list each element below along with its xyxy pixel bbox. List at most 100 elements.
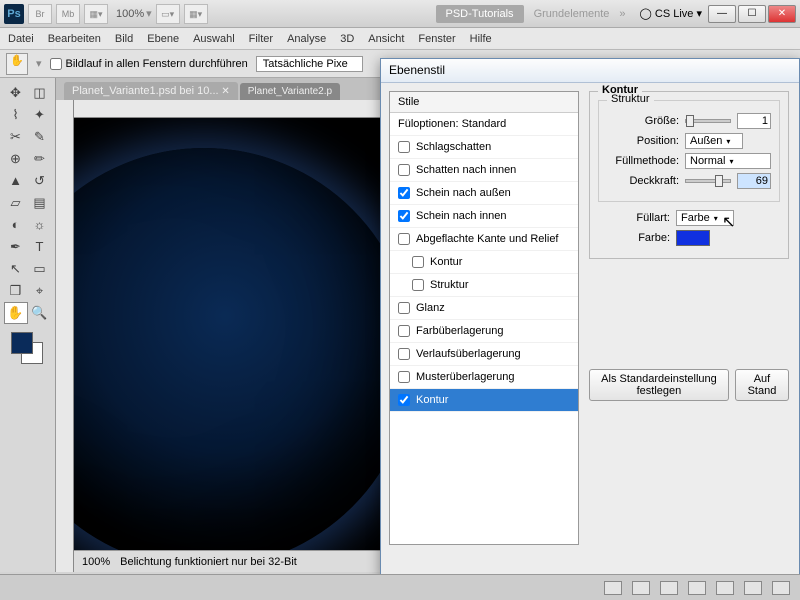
arrange-icon[interactable]: ▦▾ [84,4,108,24]
position-dropdown[interactable]: Außen [685,133,743,149]
path-tool-icon[interactable]: ↖ [4,258,28,280]
workspace-tab-active[interactable]: PSD-Tutorials [436,5,524,23]
crop-tool-icon[interactable]: ✂ [4,126,28,148]
lasso-tool-icon[interactable]: ⌇ [4,104,28,126]
pen-tool-icon[interactable]: ✒ [4,236,28,258]
panel-icon-2[interactable] [632,581,650,595]
reset-default-button[interactable]: Auf Stand [735,369,789,401]
opacity-slider[interactable] [685,179,731,183]
toolbox: ✥◫ ⌇✦ ✂✎ ⊕✏ ▲↺ ▱▤ ◐☼ ✒T ↖▭ ❒⌖ ✋🔍 [0,78,56,572]
size-slider[interactable] [685,119,731,123]
menu-analyse[interactable]: Analyse [287,33,326,45]
style-blending-options[interactable]: Füloptionen: Standard [390,113,578,136]
hand-tool-icon[interactable]: ✋ [6,53,28,75]
zoom-label: 100% [116,8,144,20]
panel-icon-7[interactable] [772,581,790,595]
history-brush-icon[interactable]: ↺ [28,170,52,192]
color-label: Farbe: [598,232,670,244]
blur-tool-icon[interactable]: ◐ [4,214,28,236]
menu-auswahl[interactable]: Auswahl [193,33,235,45]
bottom-panel-strip [0,574,800,600]
gradient-tool-icon[interactable]: ▤ [28,192,52,214]
status-zoom: 100% [82,556,110,568]
marquee-tool-icon[interactable]: ◫ [28,82,52,104]
panel-icon-5[interactable] [716,581,734,595]
blend-label: Füllmethode: [607,155,679,167]
layer-style-dialog: Ebenenstil Stile Füloptionen: Standard S… [380,58,800,578]
style-gradient-overlay[interactable]: Verlaufsüberlagerung [390,343,578,366]
style-stroke[interactable]: Kontur [390,389,578,412]
color-swatches[interactable] [11,332,45,366]
panel-icon-6[interactable] [744,581,762,595]
wand-tool-icon[interactable]: ✦ [28,104,52,126]
menubar: Datei Bearbeiten Bild Ebene Auswahl Filt… [0,28,800,50]
menu-filter[interactable]: Filter [249,33,273,45]
app-icon: Ps [4,4,24,24]
filltype-label: Füllart: [598,212,670,224]
screenmode-icon[interactable]: ▭▾ [156,4,180,24]
workspace-tab[interactable]: Grundelemente [534,8,610,20]
maximize-button[interactable]: ☐ [738,5,766,23]
size-label: Größe: [607,115,679,127]
dialog-title: Ebenenstil [381,59,799,83]
status-message: Belichtung funktioniert nur bei 32-Bit [120,556,297,568]
menu-fenster[interactable]: Fenster [418,33,455,45]
vertical-ruler [56,100,74,572]
style-bevel[interactable]: Abgeflachte Kante und Relief [390,228,578,251]
3d-tool-icon[interactable]: ❒ [4,280,28,302]
titlebar: Ps Br Mb ▦▾ 100% ▾ ▭▾ ▦▾ PSD-Tutorials G… [0,0,800,28]
menu-hilfe[interactable]: Hilfe [470,33,492,45]
opacity-value[interactable]: 69 [737,173,771,189]
heal-tool-icon[interactable]: ⊕ [4,148,28,170]
style-bevel-contour[interactable]: Kontur [390,251,578,274]
filltype-dropdown[interactable]: Farbe [676,210,734,226]
panel-icon-1[interactable] [604,581,622,595]
menu-bearbeiten[interactable]: Bearbeiten [48,33,101,45]
minibridge-icon[interactable]: Mb [56,4,80,24]
shape-tool-icon[interactable]: ▭ [28,258,52,280]
doc-tab-1[interactable]: Planet_Variante1.psd bei 10... ✕ [64,82,238,100]
style-satin[interactable]: Glanz [390,297,578,320]
scroll-all-checkbox[interactable]: Bildlauf in allen Fenstern durchführen [50,58,248,70]
eraser-tool-icon[interactable]: ▱ [4,192,28,214]
style-color-overlay[interactable]: Farbüberlagerung [390,320,578,343]
zoom-tool-icon[interactable]: 🔍 [28,302,52,324]
position-label: Position: [607,135,679,147]
style-pattern-overlay[interactable]: Musterüberlagerung [390,366,578,389]
style-list: Stile Füloptionen: Standard Schlagschatt… [389,91,579,545]
menu-ansicht[interactable]: Ansicht [368,33,404,45]
menu-bild[interactable]: Bild [115,33,133,45]
extras-icon[interactable]: ▦▾ [184,4,208,24]
close-button[interactable]: ✕ [768,5,796,23]
panel-icon-4[interactable] [688,581,706,595]
type-tool-icon[interactable]: T [28,236,52,258]
menu-datei[interactable]: Datei [8,33,34,45]
eyedropper-tool-icon[interactable]: ✎ [28,126,52,148]
menu-3d[interactable]: 3D [340,33,354,45]
style-bevel-texture[interactable]: Struktur [390,274,578,297]
dodge-tool-icon[interactable]: ☼ [28,214,52,236]
menu-ebene[interactable]: Ebene [147,33,179,45]
minimize-button[interactable]: — [708,5,736,23]
style-inner-glow[interactable]: Schein nach innen [390,205,578,228]
actual-pixels-button[interactable]: Tatsächliche Pixe [256,56,363,72]
doc-tab-2[interactable]: Planet_Variante2.p [240,83,340,100]
size-value[interactable]: 1 [737,113,771,129]
move-tool-icon[interactable]: ✥ [4,82,28,104]
cslive-button[interactable]: ◯ CS Live ▾ [640,7,702,20]
bridge-icon[interactable]: Br [28,4,52,24]
style-inner-shadow[interactable]: Schatten nach innen [390,159,578,182]
brush-tool-icon[interactable]: ✏ [28,148,52,170]
stamp-tool-icon[interactable]: ▲ [4,170,28,192]
panel-icon-3[interactable] [660,581,678,595]
blend-dropdown[interactable]: Normal [685,153,771,169]
group-struktur-label: Struktur [607,93,654,105]
style-outer-glow[interactable]: Schein nach außen [390,182,578,205]
styles-header[interactable]: Stile [390,92,578,113]
make-default-button[interactable]: Als Standardeinstellung festlegen [589,369,729,401]
color-swatch[interactable] [676,230,710,246]
more-workspaces-icon[interactable]: » [619,8,625,20]
hand-tool-icon[interactable]: ✋ [4,302,28,324]
camera-tool-icon[interactable]: ⌖ [28,280,52,302]
style-drop-shadow[interactable]: Schlagschatten [390,136,578,159]
